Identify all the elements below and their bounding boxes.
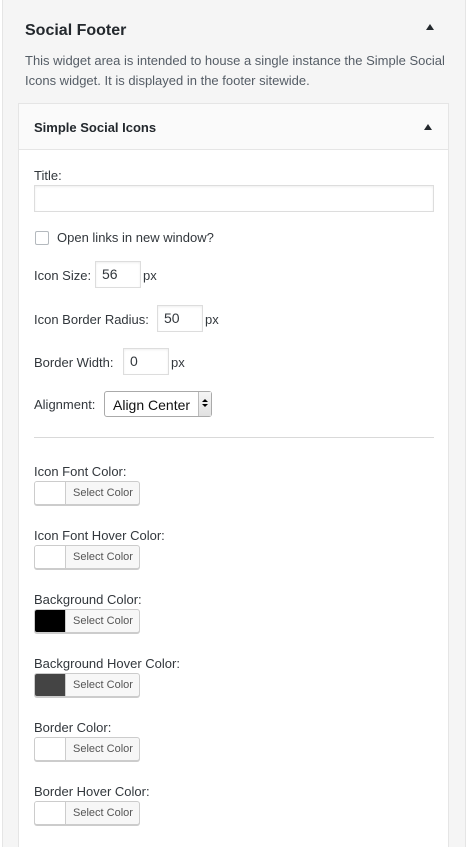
collapse-arrow-icon[interactable] [426, 24, 434, 30]
select-arrows-icon [198, 392, 211, 416]
widget-header[interactable]: Simple Social Icons [19, 104, 448, 150]
widget-area-title: Social Footer [25, 22, 127, 39]
background-hover-color-label: Background Hover Color: [34, 656, 180, 671]
color-swatch [35, 674, 66, 696]
icon-border-radius-input[interactable]: 50 [157, 305, 203, 332]
new-window-label: Open links in new window? [57, 230, 214, 245]
icon-size-label: Icon Size: [34, 268, 92, 283]
border-hover-color-label: Border Hover Color: [34, 784, 150, 799]
icon-font-hover-color-picker[interactable]: Select Color [34, 545, 140, 569]
background-color-label: Background Color: [34, 592, 142, 607]
icon-size-unit: px [143, 268, 157, 283]
background-hover-color-picker[interactable]: Select Color [34, 673, 140, 697]
border-width-unit: px [171, 355, 185, 370]
color-swatch [35, 482, 66, 504]
border-color-picker[interactable]: Select Color [34, 737, 140, 761]
widget-title: Simple Social Icons [34, 120, 157, 135]
alignment-label: Alignment: [34, 397, 96, 412]
icon-border-radius-unit: px [205, 312, 219, 327]
select-color-button: Select Color [73, 679, 133, 691]
border-width-input[interactable]: 0 [123, 348, 169, 375]
border-hover-color-picker[interactable]: Select Color [34, 801, 140, 825]
select-color-button: Select Color [73, 551, 133, 563]
widget-area-description: This widget area is intended to house a … [25, 53, 445, 88]
border-width-label: Border Width: [34, 355, 114, 370]
select-color-button: Select Color [73, 615, 133, 627]
alignment-select[interactable]: Align Center [104, 391, 212, 417]
select-color-button: Select Color [73, 743, 133, 755]
divider [34, 437, 434, 438]
select-color-button: Select Color [73, 487, 133, 499]
icon-size-input[interactable]: 56 [95, 261, 141, 288]
background-color-picker[interactable]: Select Color [34, 609, 140, 633]
icon-font-hover-color-label: Icon Font Hover Color: [34, 528, 165, 543]
icon-font-color-label: Icon Font Color: [34, 464, 127, 479]
color-swatch [35, 802, 66, 824]
widget-collapse-arrow-icon[interactable] [424, 124, 432, 130]
title-input[interactable] [34, 185, 434, 212]
alignment-select-value: Align Center [113, 397, 191, 413]
color-swatch [35, 546, 66, 568]
new-window-checkbox[interactable] [35, 231, 49, 245]
title-label: Title: [34, 168, 62, 183]
color-swatch [35, 738, 66, 760]
icon-border-radius-label: Icon Border Radius: [34, 312, 149, 327]
border-color-label: Border Color: [34, 720, 112, 735]
icon-font-color-picker[interactable]: Select Color [34, 481, 140, 505]
color-swatch [35, 610, 66, 632]
select-color-button: Select Color [73, 807, 133, 819]
